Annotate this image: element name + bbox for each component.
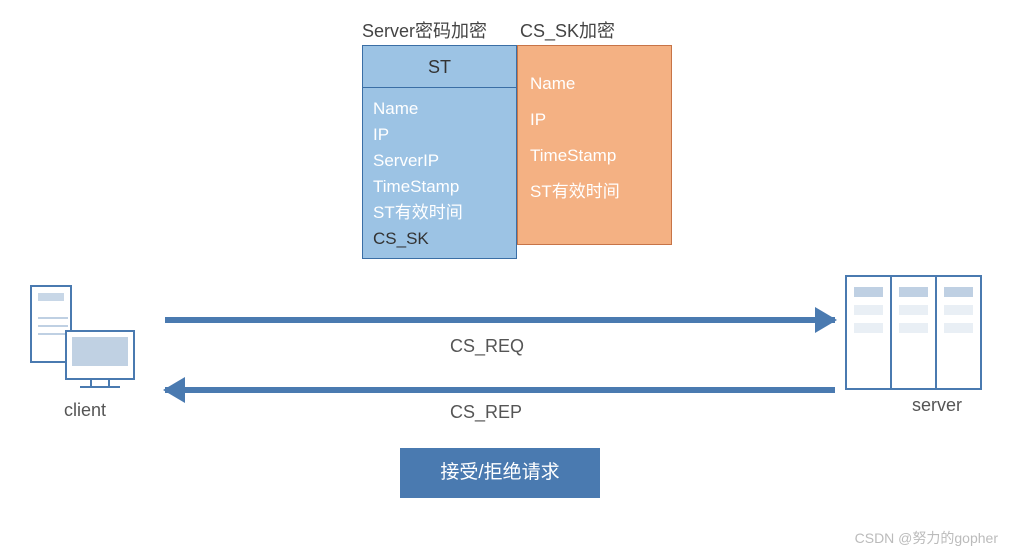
st-header: ST: [363, 46, 516, 88]
field: ST有效时间: [373, 200, 506, 226]
field: Name: [530, 66, 659, 102]
field: ST有效时间: [530, 174, 659, 210]
field: TimeStamp: [530, 138, 659, 174]
server-encrypted-box: ST Name IP ServerIP TimeStamp ST有效时间 CS_…: [362, 45, 517, 259]
monitor-icon: [65, 330, 135, 380]
server-icon: [845, 275, 980, 390]
accept-reject-box: 接受/拒绝请求: [400, 448, 600, 498]
rack-icon: [890, 275, 937, 390]
client-icon: [30, 285, 150, 395]
response-label: CS_REP: [450, 402, 522, 423]
client-label: client: [35, 400, 135, 421]
field: TimeStamp: [373, 174, 506, 200]
watermark: CSDN @努力的gopher: [855, 528, 998, 548]
cssk-encrypted-box: Name IP TimeStamp ST有效时间: [517, 45, 672, 245]
field: ServerIP: [373, 148, 506, 174]
rack-icon: [935, 275, 982, 390]
arrowhead-left-icon: [163, 377, 185, 403]
field: Name: [373, 96, 506, 122]
rack-icon: [845, 275, 892, 390]
leftbox-title: Server密码加密: [362, 17, 487, 43]
rightbox-title: CS_SK加密: [520, 17, 615, 43]
field: CS_SK: [373, 226, 506, 252]
arrowhead-right-icon: [815, 307, 837, 333]
field: IP: [373, 122, 506, 148]
field: IP: [530, 102, 659, 138]
request-label: CS_REQ: [450, 336, 524, 357]
server-label: server: [912, 395, 962, 416]
